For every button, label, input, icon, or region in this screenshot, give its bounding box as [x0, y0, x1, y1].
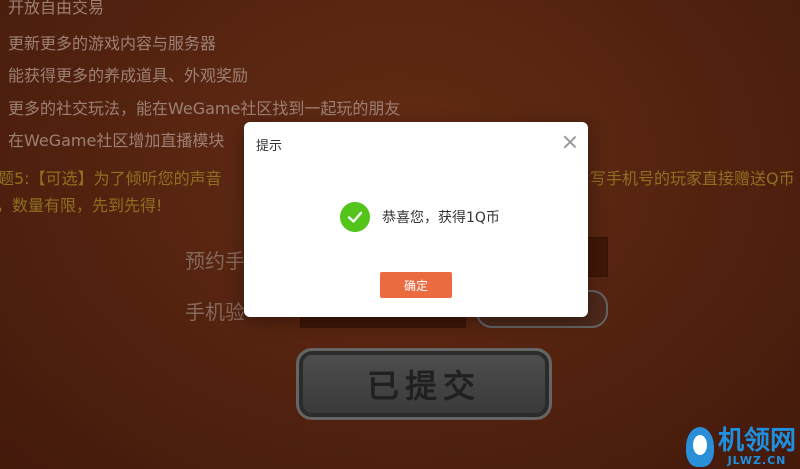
confirm-button[interactable]: 确定 — [380, 272, 452, 298]
watermark-url: JLWZ.CN — [727, 454, 787, 467]
prompt-dialog: 提示 恭喜您，获得1Q币 确定 — [244, 122, 588, 317]
dialog-body: 恭喜您，获得1Q币 — [340, 202, 500, 232]
watermark-text: 机领网 JLWZ.CN — [718, 428, 796, 467]
close-icon[interactable] — [562, 134, 578, 150]
site-watermark: 机领网 JLWZ.CN — [685, 427, 796, 467]
check-icon — [347, 211, 363, 223]
dialog-title: 提示 — [256, 139, 283, 154]
success-check-icon — [340, 202, 370, 232]
penguin-logo-icon — [685, 427, 714, 467]
watermark-title: 机领网 — [717, 426, 796, 456]
dialog-message: 恭喜您，获得1Q币 — [382, 210, 500, 226]
